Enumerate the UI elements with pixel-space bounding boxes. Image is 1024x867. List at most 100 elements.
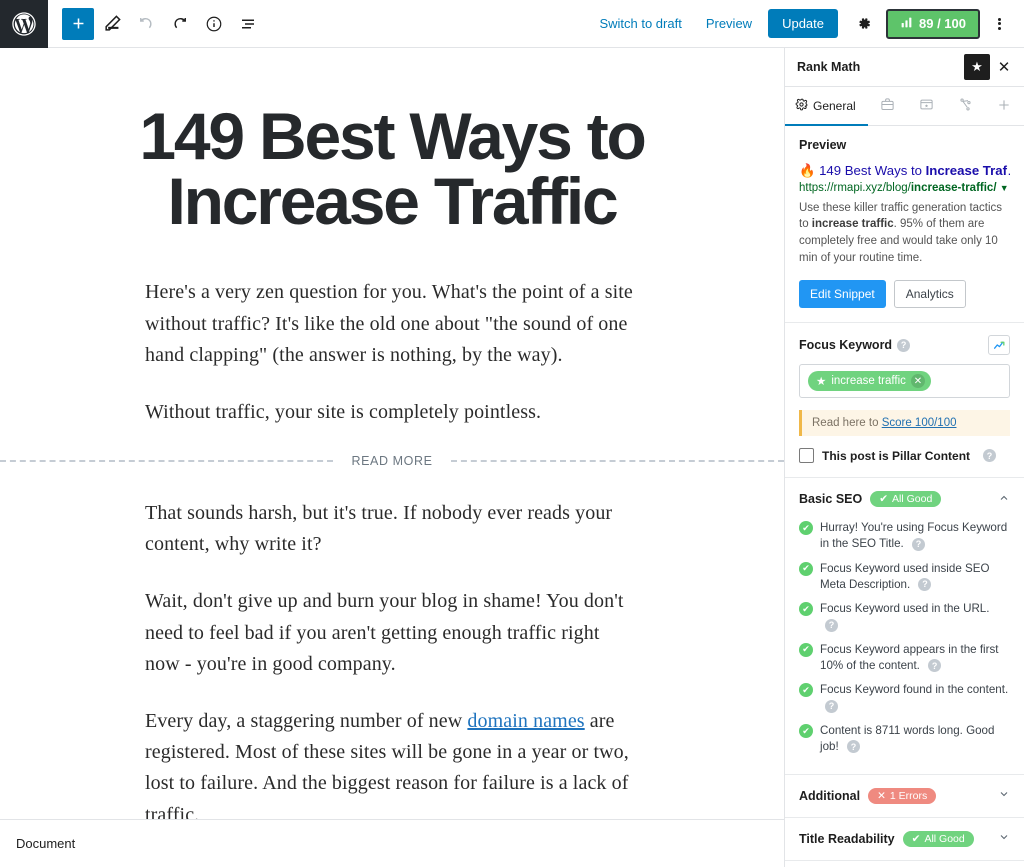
toolbar-left-group [48,7,264,40]
undo-button[interactable] [130,8,162,40]
additional-title: Additional [799,788,861,803]
focus-keyword-input[interactable]: ★ increase traffic ✕ [799,364,1010,399]
social-share-icon [958,97,973,115]
rank-math-sidebar: Rank Math ★ ✕ General Preview 🔥 149 Best… [784,48,1024,867]
status-badge: ✔ All Good [902,830,974,847]
pillar-content-row[interactable]: This post is Pillar Content ? [799,448,1010,464]
help-icon[interactable]: ? [825,699,838,713]
score-notice: Read here to Score 100/100 [799,410,1010,437]
snippet-title-ellipsis: … [1007,163,1010,178]
score-notice-link[interactable]: Score 100/100 [882,417,957,429]
preview-button[interactable]: Preview [694,10,764,37]
check-text: Focus Keyword used inside SEO Meta Descr… [820,561,990,591]
cross-icon: ✕ [877,789,886,802]
snippet-preview-section: Preview 🔥 149 Best Ways to Increase Traf… [785,126,1024,322]
checkmark-icon: ✔ [799,602,813,617]
wordpress-logo-icon[interactable] [0,0,48,48]
paragraph-block[interactable]: Without traffic, your site is completely… [145,397,639,428]
help-icon[interactable]: ? [918,578,932,592]
close-icon[interactable]: ✕ [990,53,1018,81]
tab-add-panel[interactable] [985,87,1024,125]
tab-rich-snippet[interactable] [907,87,946,125]
seo-score-value: 89 / 100 [919,16,966,31]
redo-button[interactable] [164,8,196,40]
toolbar-right-group: Switch to draft Preview Update 89 / 100 [587,7,1024,41]
chevron-down-icon[interactable] [998,831,1010,846]
rich-snippet-icon [919,97,934,115]
focus-keyword-chip-label: increase traffic [831,375,906,388]
snippet-url[interactable]: https://rmapi.xyz/blog/increase-traffic/… [799,181,1010,197]
chevron-down-icon[interactable]: ▼ [1000,183,1009,193]
tab-general[interactable]: General [785,87,868,126]
snippet-url-base: https://rmapi.xyz/blog/ [799,182,911,195]
read-more-rule-right [450,460,784,463]
gear-icon [795,98,808,114]
checkmark-icon: ✔ [879,493,889,506]
accordion-basic-seo[interactable]: Basic SEO ✔ All Good [785,477,1024,520]
paragraph-block[interactable]: Wait, don't give up and burn your blog i… [145,586,639,680]
kebab-menu-icon[interactable] [984,7,1014,41]
list-item: ✔ Content is 8711 words long. Good job! … [799,723,1010,755]
checkmark-icon: ✔ [911,832,921,845]
help-icon[interactable]: ? [897,338,911,352]
checkmark-icon: ✔ [799,683,813,698]
post-content: Here's a very zen question for you. What… [0,277,784,819]
list-item: ✔ Focus Keyword found in the content. ? [799,682,1010,714]
status-badge: ✕ 1 Errors [868,787,937,804]
help-icon[interactable]: ? [983,449,997,463]
score-notice-text: Read here to [812,417,882,430]
domain-names-link[interactable]: domain names [467,710,584,732]
read-more-block[interactable]: READ MORE [0,454,784,468]
check-text: Focus Keyword used in the URL. [820,602,990,616]
snippet-title[interactable]: 🔥 149 Best Ways to Increase Traf… [799,162,1010,179]
gear-icon[interactable] [846,7,880,41]
add-block-button[interactable] [62,7,94,40]
checkmark-icon: ✔ [799,642,813,657]
post-editor-canvas: 149 Best Ways to Increase Traffic Here's… [0,48,784,819]
help-icon[interactable]: ? [846,740,860,754]
chevron-down-icon[interactable] [998,788,1010,803]
rank-math-body: Preview 🔥 149 Best Ways to Increase Traf… [785,126,1024,867]
paragraph-block-with-link[interactable]: Every day, a staggering number of new do… [145,706,639,819]
accordion-title-readability[interactable]: Title Readability ✔ All Good [785,816,1024,860]
basic-seo-title: Basic SEO [799,492,863,507]
snippet-description[interactable]: Use these killer traffic generation tact… [799,200,1010,267]
list-view-button[interactable] [232,8,264,40]
snippet-url-slug: increase-traffic/ [910,182,997,195]
snippet-actions: Edit Snippet Analytics [799,280,1010,309]
star-icon[interactable]: ★ [964,54,990,80]
basic-seo-badge-label: All Good [892,493,933,506]
tab-advanced[interactable] [868,87,907,125]
tab-general-label: General [813,99,856,113]
info-circle-button[interactable] [198,8,230,40]
list-item: ✔ Focus Keyword used in the URL. ? [799,601,1010,633]
checkmark-icon: ✔ [799,561,813,576]
title-readability-badge-label: All Good [924,832,965,845]
help-icon[interactable]: ? [825,618,838,632]
bar-chart-icon [900,16,913,32]
paragraph-block[interactable]: That sounds harsh, but it's true. If nob… [145,498,639,560]
breadcrumb-document[interactable]: Document [16,836,75,851]
accordion-additional[interactable]: Additional ✕ 1 Errors [785,773,1024,817]
update-button[interactable]: Update [768,9,838,38]
close-icon[interactable]: ✕ [910,374,925,389]
pillar-content-label: This post is Pillar Content [822,448,971,463]
pillar-content-checkbox[interactable] [799,448,814,464]
read-more-rule-left [0,460,334,463]
fire-emoji-icon: 🔥 [799,163,816,178]
paragraph-block[interactable]: Here's a very zen question for you. What… [145,277,639,371]
focus-keyword-chip[interactable]: ★ increase traffic ✕ [808,371,931,392]
snippet-title-normal: 149 Best Ways to [819,163,926,178]
help-icon[interactable]: ? [928,659,942,673]
trend-chart-icon[interactable] [988,335,1010,356]
rank-math-header: Rank Math ★ ✕ [785,48,1024,87]
switch-to-draft-button[interactable]: Switch to draft [587,10,693,37]
analytics-button[interactable]: Analytics [893,280,966,309]
help-icon[interactable]: ? [912,537,926,551]
seo-score-button[interactable]: 89 / 100 [886,8,980,39]
chevron-up-icon[interactable] [998,492,1010,507]
edit-snippet-button[interactable]: Edit Snippet [799,280,886,309]
post-title[interactable]: 149 Best Ways to Increase Traffic [0,103,784,234]
tools-pencil-button[interactable] [96,8,128,40]
tab-social[interactable] [946,87,985,125]
